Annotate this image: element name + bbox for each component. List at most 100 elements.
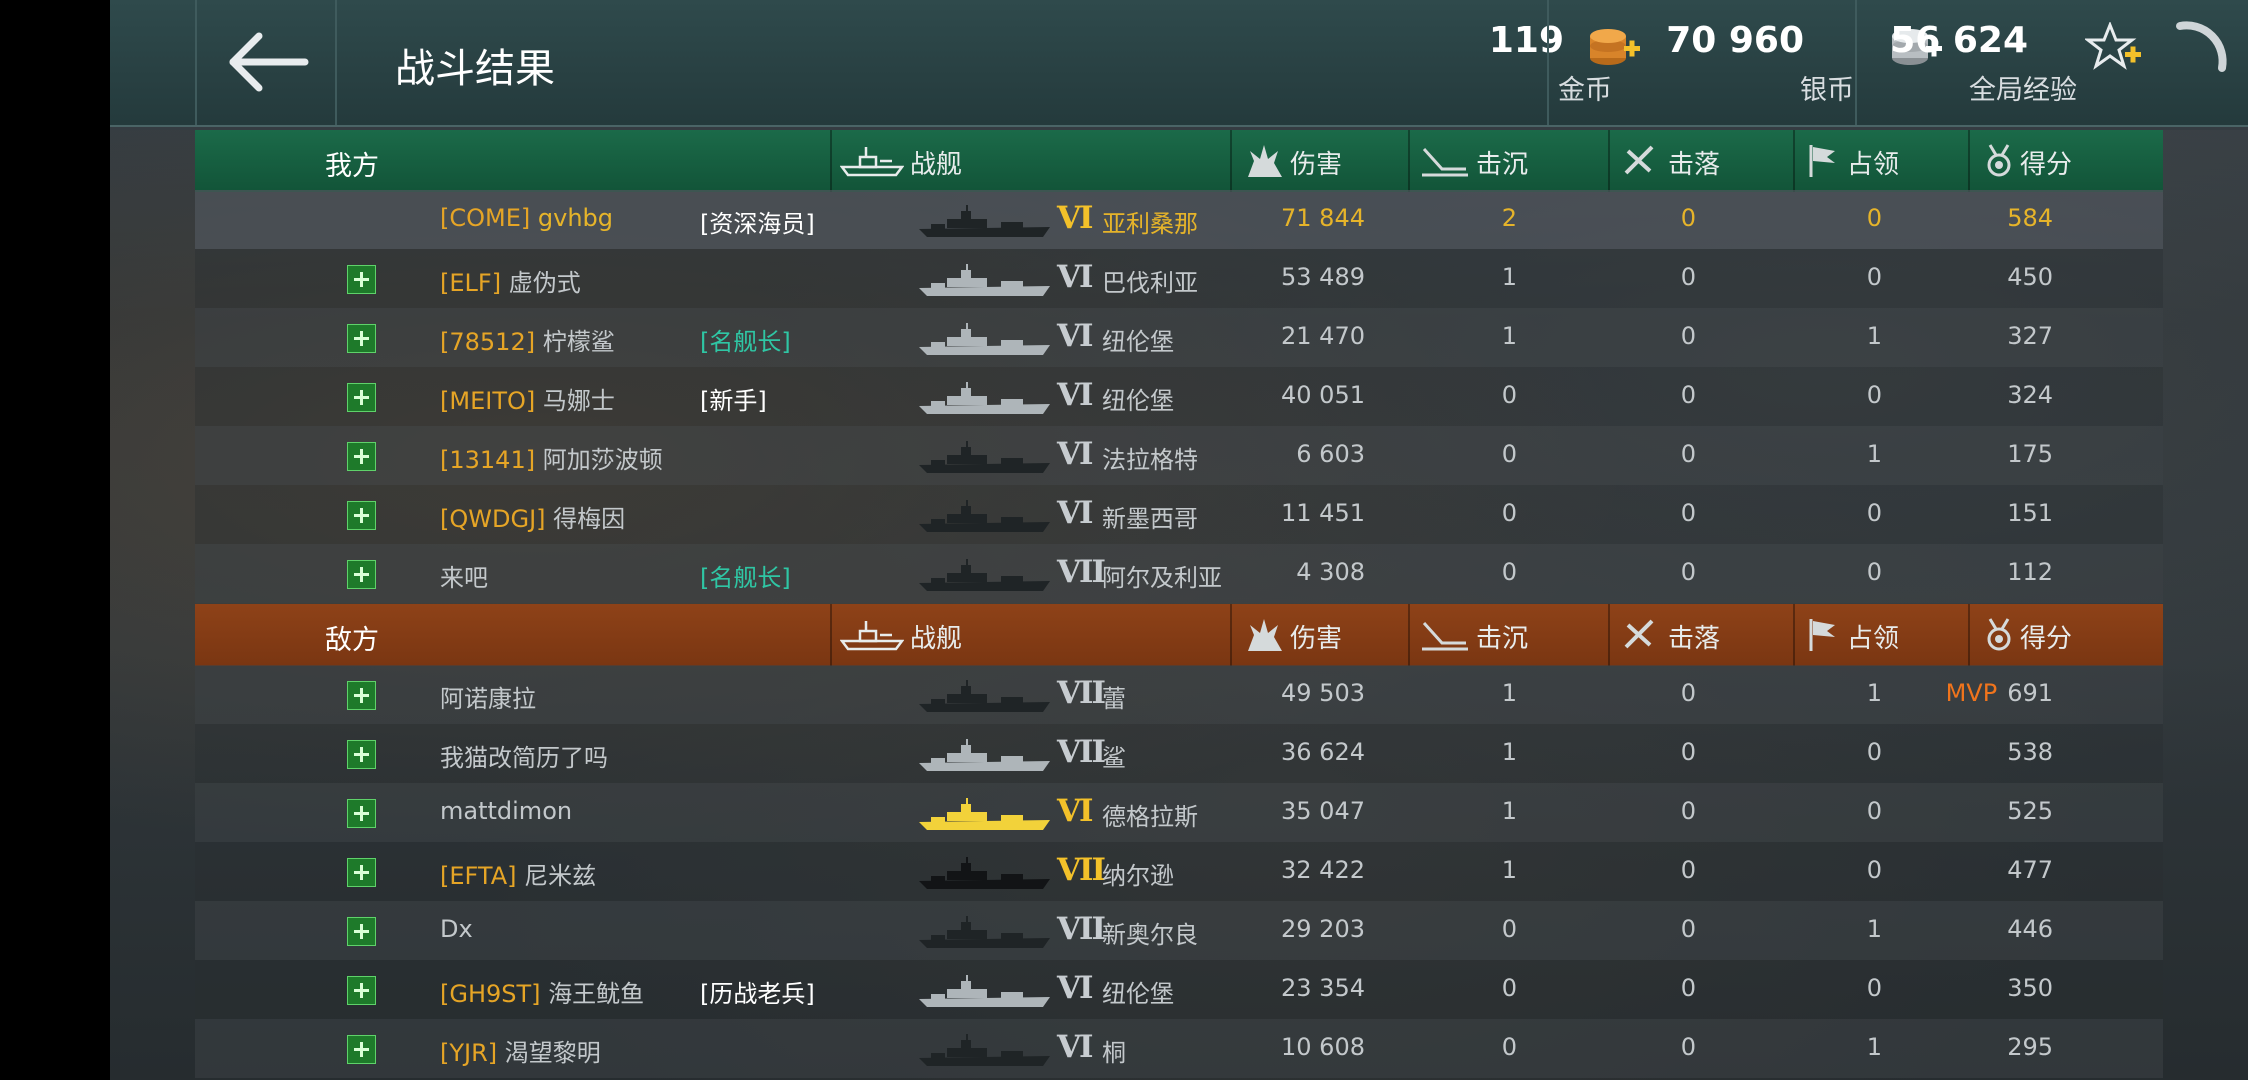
silver-amount: 70 960 xyxy=(1666,20,1804,61)
kills-value: 2 xyxy=(1501,204,1517,232)
player-row[interactable]: 我猫改简历了吗 VII 鲨 36 624 1 0 0 538 xyxy=(195,724,2163,783)
sinking-ship-icon xyxy=(1422,147,1468,177)
ship-name: 桐 xyxy=(1102,1039,1126,1067)
ship-silhouette-icon xyxy=(919,739,1050,771)
damage-value: 49 503 xyxy=(1281,679,1365,707)
column-damage[interactable]: 伤害 xyxy=(1230,130,1410,192)
column-kills[interactable]: 击沉 xyxy=(1408,130,1610,192)
enemies-header: 敌方 战舰 伤害 击沉 击落 占领 得分 xyxy=(195,604,2163,666)
gold-coins-icon xyxy=(1590,29,1640,65)
player-name: Dx xyxy=(440,915,473,943)
add-friend-button[interactable] xyxy=(347,799,376,828)
column-ship[interactable]: 战舰 xyxy=(830,130,1232,192)
player-name: [YJR] 渴望黎明 xyxy=(440,1033,601,1068)
top-bar: 战斗结果 119 金币 70 960 银币 56 624 全局经验 xyxy=(110,0,2248,127)
score-value: 525 xyxy=(2007,797,2053,825)
damage-value: 71 844 xyxy=(1281,204,1365,232)
planes-value: 0 xyxy=(1680,499,1696,527)
medal-icon xyxy=(1987,618,2011,651)
column-kills[interactable]: 击沉 xyxy=(1408,604,1610,666)
ship-name: 纳尔逊 xyxy=(1102,862,1174,890)
capture-value: 0 xyxy=(1866,856,1882,884)
column-score[interactable]: 得分 xyxy=(1968,130,2165,192)
player-row[interactable]: [YJR] 渴望黎明 VI 桐 10 608 0 0 1 295 xyxy=(195,1019,2163,1078)
player-row[interactable]: [GH9ST] 海王鱿鱼 [历战老兵] VI 纽伦堡 23 354 0 0 0 350 xyxy=(195,960,2163,1019)
kills-value: 0 xyxy=(1501,1033,1517,1061)
planes-value: 0 xyxy=(1680,974,1696,1002)
damage-value: 29 203 xyxy=(1281,915,1365,943)
score-number: 538 xyxy=(2007,738,2053,766)
player-row[interactable]: [13141] 阿加莎波顿 VI 法拉格特 6 603 0 0 1 175 xyxy=(195,426,2163,485)
capture-value: 1 xyxy=(1866,440,1882,468)
player-row[interactable]: 来吧 [名舰长] VII 阿尔及利亚 4 308 0 0 0 112 xyxy=(195,544,2163,603)
add-friend-button[interactable] xyxy=(347,324,376,353)
add-friend-button[interactable] xyxy=(347,740,376,769)
player-row[interactable]: mattdimon VI 德格拉斯 35 047 1 0 0 525 xyxy=(195,783,2163,842)
player-row[interactable]: [MEITO] 马娜士 [新手] VI 纽伦堡 40 051 0 0 0 324 xyxy=(195,367,2163,426)
player-row[interactable]: [COME] gvhbg [资深海员] VI 亚利桑那 71 844 2 0 0 584 xyxy=(195,190,2163,249)
column-planes[interactable]: 击落 xyxy=(1608,604,1795,666)
player-row[interactable]: Dx VII 新奥尔良 29 203 0 0 1 446 xyxy=(195,901,2163,960)
add-friend-button[interactable] xyxy=(347,560,376,589)
planes-value: 0 xyxy=(1680,915,1696,943)
planes-value: 0 xyxy=(1680,263,1696,291)
score-value: 538 xyxy=(2007,738,2053,766)
player-row[interactable]: [EFTA] 尼米兹 VII 纳尔逊 32 422 1 0 0 477 xyxy=(195,842,2163,901)
add-friend-button[interactable] xyxy=(347,917,376,946)
player-row[interactable]: [78512] 柠檬鲨 [名舰长] VI 纽伦堡 21 470 1 0 1 327 xyxy=(195,308,2163,367)
planes-value: 0 xyxy=(1680,204,1696,232)
ship-name: 德格拉斯 xyxy=(1102,803,1198,831)
player-name: [COME] gvhbg xyxy=(440,204,613,232)
explosion-icon xyxy=(1248,619,1282,651)
column-planes[interactable]: 击落 xyxy=(1608,130,1795,192)
planes-value: 0 xyxy=(1680,679,1696,707)
score-number: 450 xyxy=(2007,263,2053,291)
ship-name: 亚利桑那 xyxy=(1102,210,1198,238)
ship-tier: VI xyxy=(1057,793,1094,829)
clan-tag: [EFTA] xyxy=(440,862,517,890)
player-nickname: 马娜士 xyxy=(542,387,615,415)
column-ship-label: 战舰 xyxy=(910,150,963,180)
ship-tier: VI xyxy=(1057,436,1094,472)
ship-name: 新奥尔良 xyxy=(1102,921,1198,949)
flag-icon xyxy=(1809,619,1835,651)
back-button[interactable] xyxy=(195,0,335,125)
gold-currency[interactable]: 119 金币 xyxy=(1400,20,1660,110)
column-score[interactable]: 得分 xyxy=(1968,604,2165,666)
player-row[interactable]: [QWDGJ] 得梅因 VI 新墨西哥 11 451 0 0 0 151 xyxy=(195,485,2163,544)
player-row[interactable]: 阿诺康拉 VII 蕾 49 503 1 0 1 MVP 691 xyxy=(195,665,2163,724)
score-value: 450 xyxy=(2007,263,2053,291)
clan-tag: [GH9ST] xyxy=(440,980,541,1008)
add-friend-button[interactable] xyxy=(347,383,376,412)
add-friend-button[interactable] xyxy=(347,858,376,887)
damage-value: 23 354 xyxy=(1281,974,1365,1002)
score-number: 151 xyxy=(2007,499,2053,527)
column-capture[interactable]: 占领 xyxy=(1793,604,1970,666)
score-value: 350 xyxy=(2007,974,2053,1002)
player-name: [EFTA] 尼米兹 xyxy=(440,856,596,891)
divider xyxy=(1855,0,1857,125)
damage-value: 4 308 xyxy=(1296,558,1365,586)
add-friend-button[interactable] xyxy=(347,265,376,294)
score-value: 324 xyxy=(2007,381,2053,409)
add-friend-button[interactable] xyxy=(347,681,376,710)
add-friend-button[interactable] xyxy=(347,501,376,530)
add-friend-button[interactable] xyxy=(347,976,376,1005)
add-friend-button[interactable] xyxy=(347,442,376,471)
kills-value: 1 xyxy=(1501,738,1517,766)
player-row[interactable]: [ELF] 虚伪式 VI 巴伐利亚 53 489 1 0 0 450 xyxy=(195,249,2163,308)
score-number: 112 xyxy=(2007,558,2053,586)
column-kills-label: 击沉 xyxy=(1476,150,1529,180)
kills-value: 0 xyxy=(1501,915,1517,943)
score-value: 327 xyxy=(2007,322,2053,350)
enemies-label: 敌方 xyxy=(325,625,379,656)
column-damage[interactable]: 伤害 xyxy=(1230,604,1410,666)
ship-tier: VII xyxy=(1057,852,1106,888)
column-capture[interactable]: 占领 xyxy=(1793,130,1970,192)
capture-value: 0 xyxy=(1866,204,1882,232)
ship-tier: VI xyxy=(1057,318,1094,354)
player-name: [GH9ST] 海王鱿鱼 xyxy=(440,974,644,1009)
ship-silhouette-icon xyxy=(919,382,1050,414)
column-ship[interactable]: 战舰 xyxy=(830,604,1232,666)
add-friend-button[interactable] xyxy=(347,1035,376,1064)
